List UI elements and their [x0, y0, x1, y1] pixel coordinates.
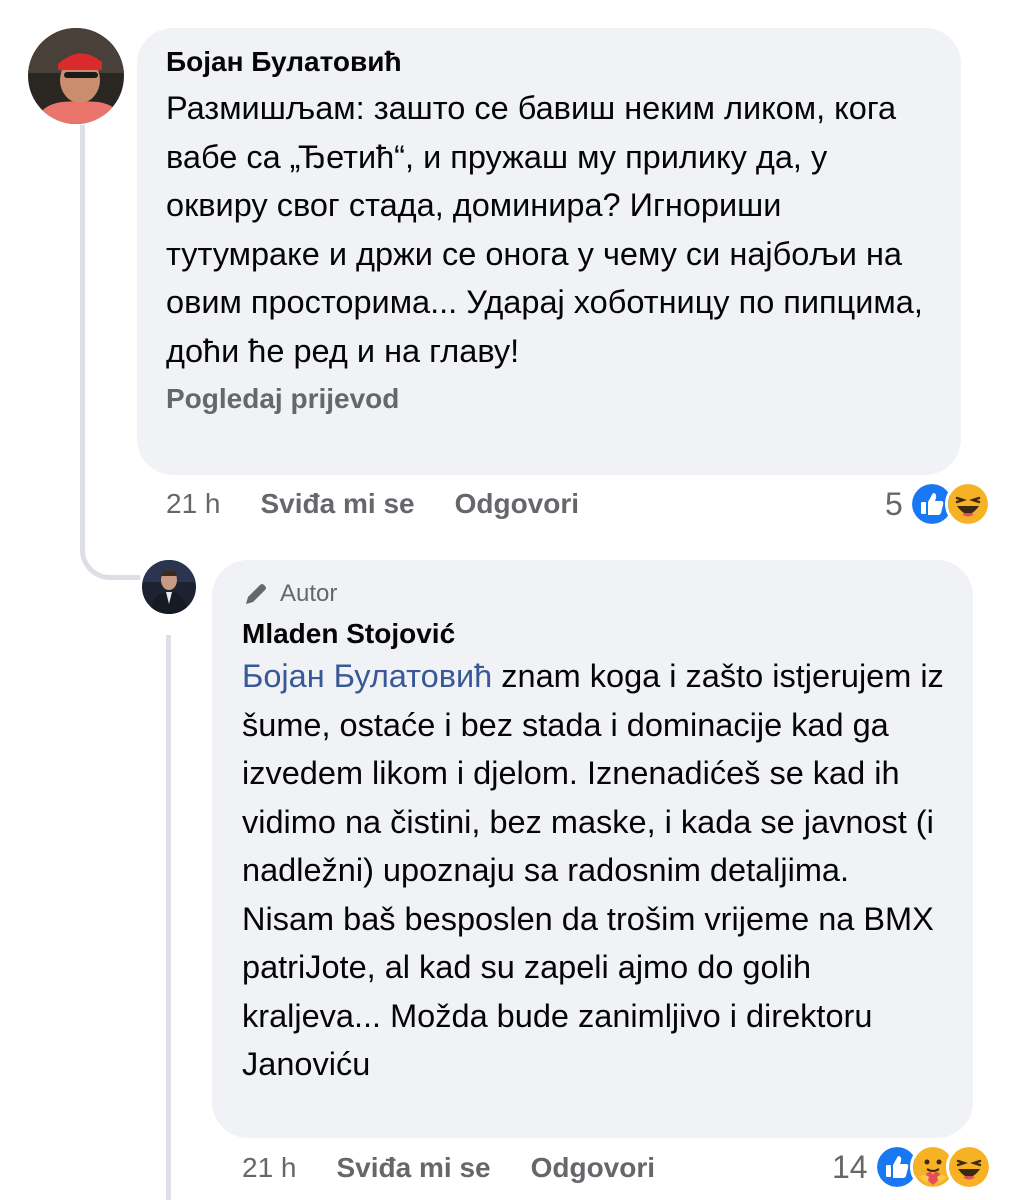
avatar[interactable]	[142, 560, 196, 614]
thread-line	[80, 125, 85, 550]
avatar[interactable]	[28, 28, 124, 124]
haha-reaction-icon	[944, 481, 991, 527]
reaction-count: 14	[832, 1148, 868, 1185]
mention-link[interactable]: Бојан Булатовић	[242, 658, 492, 694]
comment-author-name[interactable]: Бојан Булатовић	[166, 46, 935, 78]
thread-connector	[80, 520, 140, 580]
reaction-count: 5	[885, 485, 903, 522]
comment-actions: 21 h Sviđa mi se Odgovori	[166, 488, 619, 520]
author-badge-label: Autor	[280, 580, 338, 607]
comment-actions: 21 h Sviđa mi se Odgovori	[242, 1152, 695, 1184]
pen-icon	[246, 584, 266, 604]
comment-text: Бојан Булатовић znam koga i zašto istjer…	[242, 652, 945, 1089]
reply-button[interactable]: Odgovori	[455, 488, 579, 520]
comment-time[interactable]: 21 h	[242, 1152, 297, 1184]
comment-time[interactable]: 21 h	[166, 488, 221, 520]
comment-bubble: Autor Mladen Stojović Бојан Булатовић zn…	[212, 560, 973, 1138]
thread-line-reply	[166, 635, 171, 1200]
comment-text-body: znam koga i zašto istjerujem iz šume, os…	[242, 658, 944, 1082]
comment-bubble: Бојан Булатовић Размишљам: зашто се бави…	[137, 28, 961, 475]
comment-author-name[interactable]: Mladen Stojović	[242, 618, 945, 650]
haha-reaction-icon	[945, 1144, 992, 1190]
reply-button[interactable]: Odgovori	[531, 1152, 655, 1184]
like-button[interactable]: Sviđa mi se	[261, 488, 415, 520]
like-button[interactable]: Sviđa mi se	[337, 1152, 491, 1184]
reaction-summary[interactable]: 14	[832, 1144, 992, 1190]
reaction-summary[interactable]: 5	[885, 481, 991, 527]
author-badge: Autor	[242, 580, 945, 608]
comment-text: Размишљам: зашто се бавиш неким ликом, к…	[166, 90, 923, 369]
see-translation-link[interactable]: Pogledaj prijevod	[166, 383, 935, 415]
